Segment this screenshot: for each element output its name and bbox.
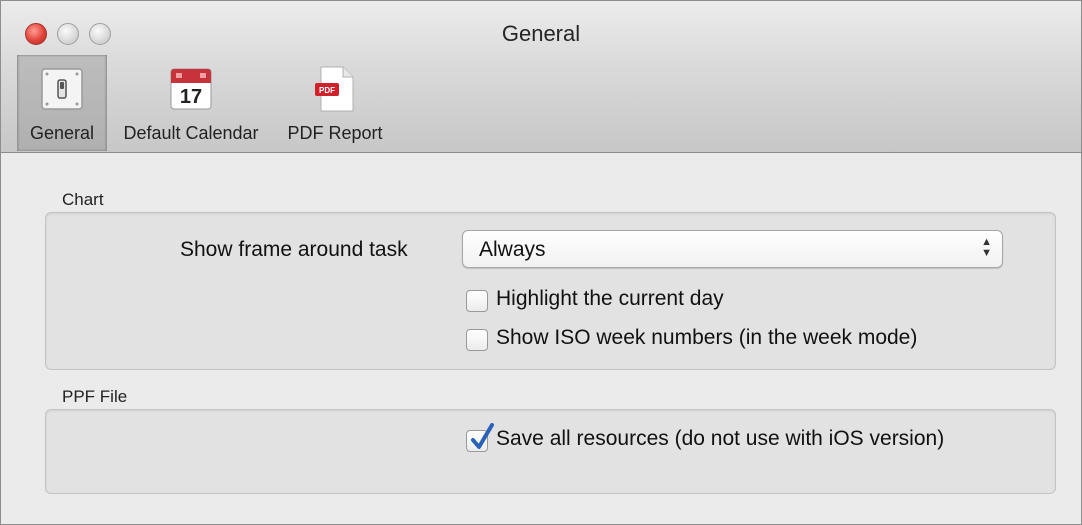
preferences-window: General General 17 Default Calendar PDF … [0,0,1082,525]
pdf-badge-text: PDF [319,86,335,95]
toolbar-label-pdf-report: PDF Report [287,123,383,143]
preferences-toolbar: General 17 Default Calendar PDF PDF Repo… [17,55,395,151]
window-title: General [501,21,581,46]
highlight-current-day-label: Highlight the current day [496,287,724,310]
toolbar-item-pdf-report[interactable]: PDF PDF Report [275,55,395,151]
ppf-group-box [45,409,1056,494]
switch-icon [38,63,86,115]
highlight-current-day-checkbox[interactable] [466,290,488,312]
calendar-icon: 17 [167,63,215,115]
chart-group-label: Chart [62,190,104,209]
pdf-document-icon: PDF [311,63,359,115]
calendar-day-number: 17 [180,86,202,108]
toolbar-label-default-calendar: Default Calendar [123,123,259,143]
toolbar-label-general: General [29,123,95,143]
show-frame-label: Show frame around task [180,238,408,261]
show-frame-value: Always [479,238,546,261]
save-all-resources-label: Save all resources (do not use with iOS … [496,427,945,450]
toolbar-item-general[interactable]: General [17,55,107,151]
title-bar: General General 17 Default Calendar PDF … [1,1,1081,153]
ppf-group-label: PPF File [62,387,128,406]
checkmark-icon [471,423,494,449]
popup-arrows-icon: ▲ ▼ [981,236,992,259]
toolbar-item-default-calendar[interactable]: 17 Default Calendar [107,55,275,151]
show-iso-week-checkbox[interactable] [466,329,488,351]
show-iso-week-label: Show ISO week numbers (in the week mode) [496,326,918,349]
save-all-resources-checkbox[interactable] [466,423,494,452]
show-frame-popup[interactable]: Always ▲ ▼ [462,230,1003,268]
